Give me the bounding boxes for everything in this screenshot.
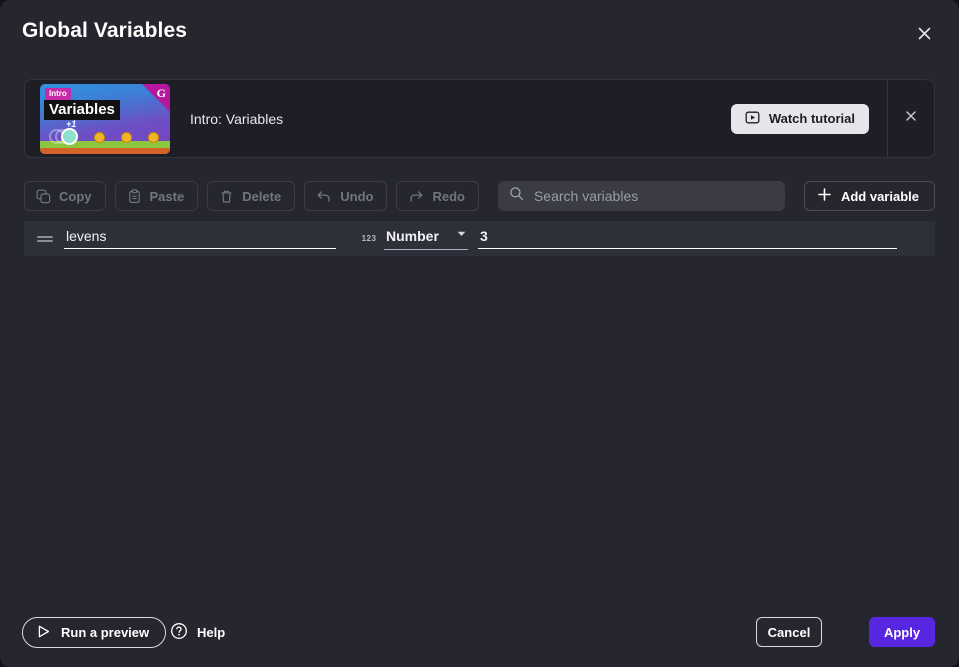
thumbnail-dirt [40, 147, 170, 154]
chevron-down-icon [455, 227, 468, 245]
undo-button[interactable]: Undo [304, 181, 388, 211]
undo-label: Undo [340, 188, 374, 204]
cancel-button[interactable]: Cancel [756, 617, 822, 647]
drag-handle-icon[interactable] [33, 227, 57, 251]
watch-tutorial-label: Watch tutorial [768, 111, 855, 126]
run-preview-button[interactable]: Run a preview [22, 617, 167, 648]
variable-value-input[interactable] [478, 228, 897, 249]
thumbnail-title-word: Variables [44, 99, 120, 120]
paste-label: Paste [149, 188, 185, 204]
variables-toolbar: Copy Paste Delete Undo Redo Search varia… [24, 181, 935, 211]
dialog-header: Global Variables [0, 0, 959, 62]
add-variable-button[interactable]: Add variable [803, 181, 935, 211]
redo-button[interactable]: Redo [396, 181, 479, 211]
tutorial-thumbnail[interactable]: +1 G Intro Variables [40, 83, 170, 154]
dialog-footer: Run a preview Help Cancel Apply [0, 605, 959, 667]
thumbnail-hero-sprite [61, 127, 78, 145]
thumbnail-coin [94, 131, 105, 143]
play-box-icon [745, 110, 760, 128]
thumbnail-coin [148, 131, 159, 143]
undo-arrow-icon [316, 189, 332, 204]
paste-button[interactable]: Paste [114, 181, 199, 211]
close-icon [904, 109, 918, 128]
thumbnail-coin [121, 131, 132, 143]
help-button[interactable]: Help [170, 617, 225, 648]
redo-label: Redo [432, 188, 465, 204]
search-icon [509, 186, 524, 206]
redo-arrow-icon [408, 189, 424, 204]
number-type-icon: 123 [361, 234, 377, 243]
tutorial-banner: +1 G Intro Variables Intro: Variables Wa… [24, 79, 935, 158]
delete-button[interactable]: Delete [207, 181, 296, 211]
thumbnail-intro-badge: Intro [45, 87, 71, 100]
plus-icon [817, 187, 832, 205]
trash-icon [219, 189, 234, 204]
page-title: Global Variables [22, 19, 188, 42]
help-label: Help [197, 625, 226, 640]
variable-type-value: Number [386, 228, 439, 244]
watch-tutorial-button[interactable]: Watch tutorial [730, 103, 869, 134]
global-variables-dialog: Global Variables +1 G Intro Variables In… [0, 0, 959, 667]
thumbnail-plus-one: +1 [66, 118, 77, 129]
run-preview-label: Run a preview [61, 625, 150, 640]
close-dialog-button[interactable] [911, 20, 937, 46]
variable-type-select[interactable]: Number [384, 227, 468, 250]
close-icon [916, 25, 933, 42]
copy-label: Copy [59, 188, 92, 204]
apply-button[interactable]: Apply [869, 617, 935, 647]
table-row[interactable]: 123 Number [24, 221, 935, 256]
close-banner-button[interactable] [888, 79, 934, 158]
copy-icon [36, 189, 51, 204]
variable-name-input[interactable] [64, 228, 336, 249]
copy-button[interactable]: Copy [24, 181, 106, 211]
add-variable-label: Add variable [840, 188, 919, 204]
delete-label: Delete [242, 188, 282, 204]
clipboard-icon [127, 188, 142, 204]
search-input[interactable] [533, 188, 774, 204]
search-field-wrapper[interactable] [497, 181, 785, 211]
play-triangle-icon [36, 624, 51, 642]
tutorial-label: Intro: Variables [190, 110, 284, 127]
variable-list: 123 Number [24, 221, 935, 256]
question-circle-icon [170, 622, 188, 643]
brand-logo-icon: G [156, 85, 166, 100]
